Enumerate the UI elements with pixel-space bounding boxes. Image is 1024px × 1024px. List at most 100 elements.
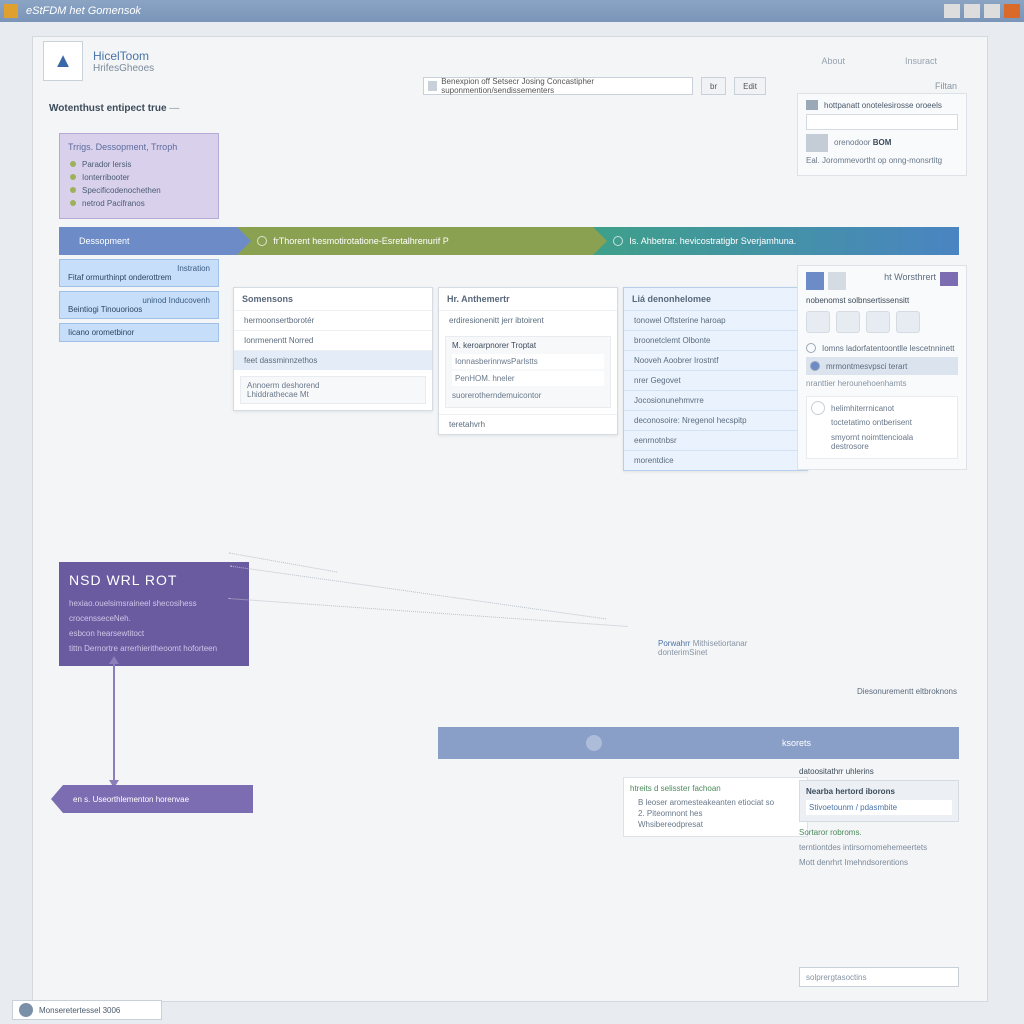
list-item[interactable]: tonowel Oftsterine haroap (624, 310, 807, 330)
tool-row (806, 311, 958, 333)
filter-link[interactable]: Filtan (935, 81, 957, 91)
tool-icon[interactable] (866, 311, 890, 333)
app-icon: ▲ (43, 41, 83, 81)
float-label: Diesonurementt eltbroknons (857, 687, 957, 696)
tool-icon[interactable] (806, 311, 830, 333)
chevron-stage-2[interactable]: frThorent hesmotirotatione-Esretalhrenur… (237, 227, 593, 255)
globe-icon (586, 735, 602, 751)
list-item[interactable]: eenrnotnbsr (624, 430, 807, 450)
list-item[interactable]: Jocosionunehmvrre (624, 390, 807, 410)
tool-blue-icon[interactable] (806, 272, 824, 290)
right-panel-search[interactable] (806, 114, 958, 130)
purple-chevron[interactable]: en s. Useorthlementon horenvae (63, 785, 253, 813)
stage-item: Ionterribooter (68, 171, 210, 184)
list-item[interactable]: broonetclemt Olbonte (624, 330, 807, 350)
note-title: datoositathrr uhlerins (799, 767, 959, 776)
maximize-button[interactable] (984, 4, 1000, 18)
note-box-right: datoositathrr uhlerins Nearba hertord ib… (799, 767, 959, 867)
sub-card: helimhiterrnicanot toctetatimo ontberise… (806, 396, 958, 459)
breadcrumb-dash: — (169, 103, 179, 114)
list-item[interactable]: Ionrmenentt Norred (234, 330, 432, 350)
tool-icon[interactable] (836, 311, 860, 333)
list-item[interactable]: deconosoire: Nregenol hecspitp (624, 410, 807, 430)
search-edit-button[interactable]: Edit (734, 77, 766, 95)
radio-option-selected[interactable]: mrmontmesvpsci terart (806, 357, 958, 375)
stage-item: netrod Pacifranos (68, 197, 210, 210)
purple-line: hexiao.ouelsimsraineel shecosihess (69, 596, 239, 611)
radio-icon (810, 361, 820, 371)
note-footer: Mott denrhrt Imehndsorentions (799, 858, 959, 867)
app-subtitle: HrifesGheoes (93, 63, 154, 74)
list-item[interactable]: erdiresionenitt jerr ibtoirent (439, 310, 617, 330)
window-buttons (944, 4, 1020, 18)
panel-footer: teretahvrh (439, 414, 617, 434)
meta-row: orenodoor BOM (806, 138, 958, 147)
panel-title: Hr. Anthemertr (439, 288, 617, 310)
side-card[interactable]: Iicano orometbinor (59, 323, 219, 342)
footer-input[interactable]: solprergtasoctins (799, 967, 959, 987)
list-item[interactable]: Nooveh Aoobrer Irostntf (624, 350, 807, 370)
purple-info-card: NSD WRL ROT hexiao.ouelsimsraineel sheco… (59, 562, 249, 666)
tool-purple-icon[interactable] (940, 272, 958, 286)
note-card-line[interactable]: Stivoetounm / pdasmbite (806, 800, 952, 815)
search-icon (428, 81, 437, 91)
side-cards: InstrationFitaf ormurthinpt onderottrem … (59, 259, 219, 346)
chevron-stage-3[interactable]: Is. Ahbetrar. hevicostratigbr Sverjamhun… (593, 227, 959, 255)
panel-section: M. keroarpnorer Troptat IonnasberinnwsPa… (445, 336, 611, 408)
refresh-icon (257, 236, 267, 246)
note-card: Nearba hertord iborons Stivoetounm / pda… (799, 780, 959, 822)
panel-section: Annoerm deshorend Lhiddrathecae Mt (240, 376, 426, 404)
right-panel-tools: ht Worsthrert nobenomst solbnsertissensi… (797, 265, 967, 470)
footer-user-chip[interactable]: Monseretertessel 3006 (12, 1000, 162, 1020)
panel-somensons: Somensons hermoonsertborotér Ionrmenentt… (233, 287, 433, 411)
note-line: B leoser aromesteakeanten etiociat so (630, 797, 801, 808)
tool-gray-icon[interactable] (828, 272, 846, 290)
purple-line: crocensseceNeh. (69, 611, 239, 626)
header-tabs: About Insuract (821, 56, 937, 66)
app-title-block: HicelToom HrifesGheoes (93, 49, 154, 74)
thumbnail-icon (806, 134, 828, 152)
note-footer: terntiontdes intirsornomehemeertets (799, 843, 959, 852)
stage-item: Specificodenochethen (68, 184, 210, 197)
main-canvas: ▲ HicelToom HrifesGheoes About Insuract … (32, 36, 988, 1002)
vertical-arrow (113, 662, 115, 782)
right-panel-subtitle: nobenomst solbnsertissensitt (806, 296, 958, 305)
tab-about[interactable]: About (821, 56, 845, 66)
panel-title: Somensons (234, 288, 432, 310)
radio-option[interactable]: Iomns ladorfatentoontlle lescetnninett (806, 339, 958, 357)
purple-line: esbcon hearsewtitoct (69, 626, 239, 641)
side-card[interactable]: InstrationFitaf ormurthinpt onderottrem (59, 259, 219, 287)
meta-row: Eal. Jorommevortht op onng-monsrtitg (806, 156, 958, 165)
right-panel-title: ht Worsthrert (884, 272, 936, 290)
radio-icon (806, 343, 816, 353)
app-logo-icon (4, 4, 18, 18)
close-button[interactable] (1004, 4, 1020, 18)
search-input[interactable]: Benexpion off Setsecr Josing Concastiphe… (423, 77, 693, 95)
search-placeholder: Benexpion off Setsecr Josing Concastiphe… (441, 77, 688, 95)
avatar-icon (19, 1003, 33, 1017)
panel-denonhelomee: Liá denonhelomee tonowel Oftsterine haro… (623, 287, 808, 471)
note-box-green: htreits d selisster fachoan B leoser aro… (623, 777, 808, 837)
search-go-button[interactable]: br (701, 77, 726, 95)
avatar-icon (811, 401, 825, 415)
side-card[interactable]: uninod InducovenhBeintiogi Tinouorioos (59, 291, 219, 319)
breadcrumb-text: Wotenthust entipect true (49, 103, 167, 114)
tab-insuract[interactable]: Insuract (905, 56, 937, 66)
stage-description-box: Trrigs. Dessopment, Trroph Parador lersi… (59, 133, 219, 219)
blue-action-bar[interactable]: ksorets (438, 727, 959, 759)
chevron-stage-1[interactable]: Dessopment (59, 227, 237, 255)
list-item[interactable]: feet dassminnzethos (234, 350, 432, 370)
tool-icon[interactable] (896, 311, 920, 333)
list-item[interactable]: hermoonsertborotér (234, 310, 432, 330)
list-item[interactable]: nrer Gegovet (624, 370, 807, 390)
process-chevrons: Dessopment frThorent hesmotirotatione-Es… (59, 227, 959, 255)
list-item[interactable]: morentdice (624, 450, 807, 470)
window-titlebar: eStFDM het Gomensok (0, 0, 1024, 22)
note-footer: Sortaror robroms. (799, 828, 959, 837)
panel-title: Liá denonhelomee (624, 288, 807, 310)
window-title: eStFDM het Gomensok (26, 5, 141, 17)
window-button-1[interactable] (944, 4, 960, 18)
minimize-button[interactable] (964, 4, 980, 18)
right-panel-head: hottpanatt onotelesirosse oroeels (806, 100, 958, 110)
note-line: 2. Piteomnont hes (630, 808, 801, 819)
